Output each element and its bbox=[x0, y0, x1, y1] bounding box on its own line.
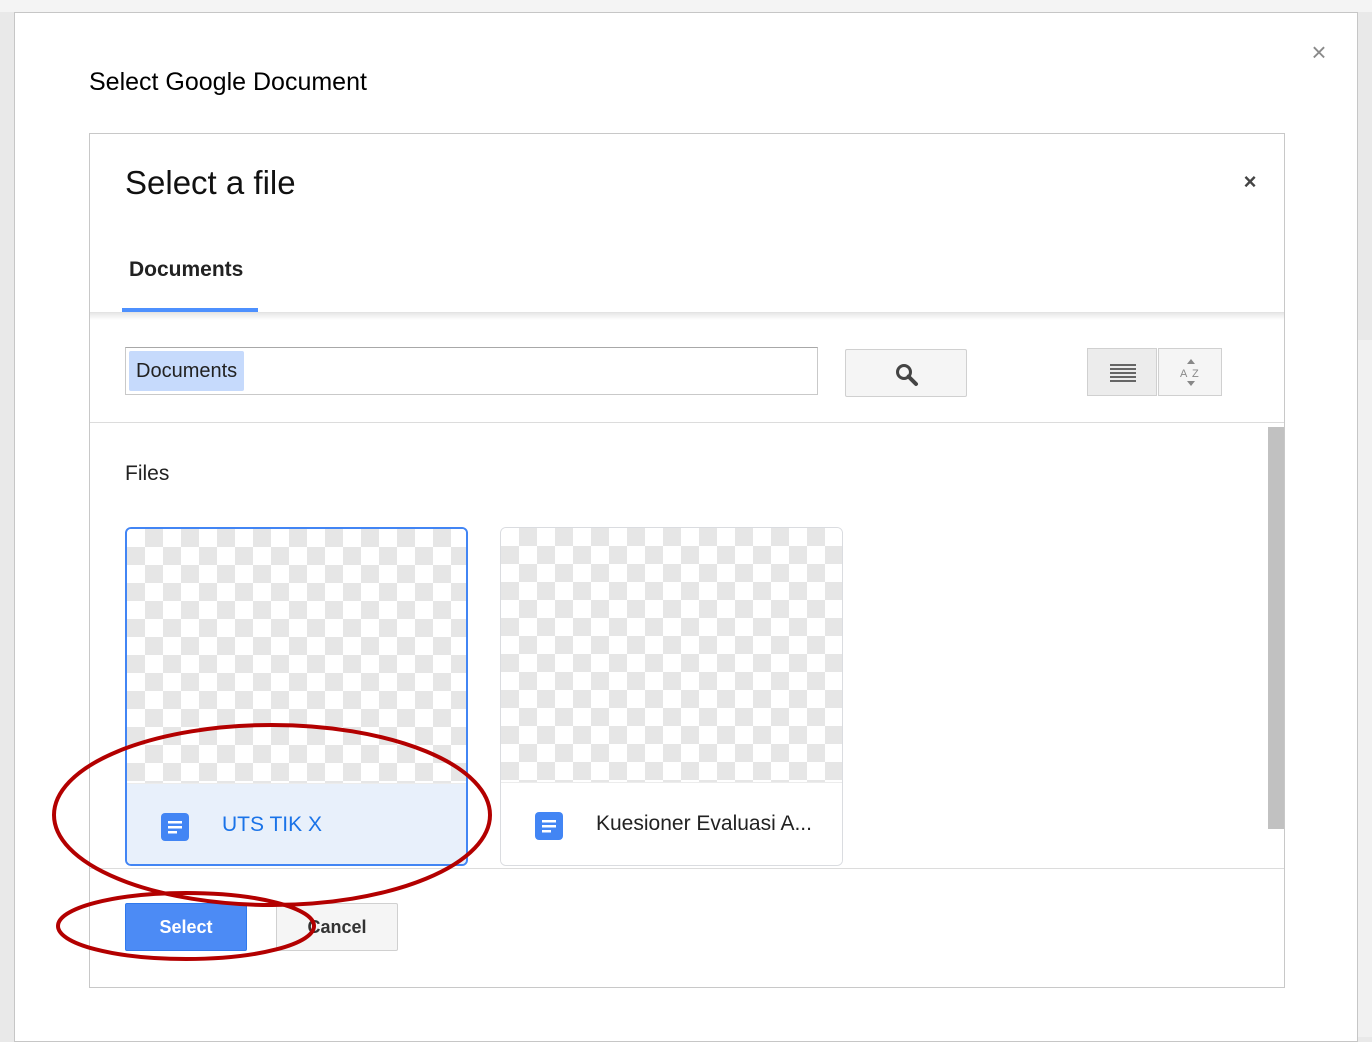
file-thumbnail bbox=[127, 529, 466, 783]
search-icon bbox=[896, 364, 918, 386]
dialog-close-icon[interactable]: × bbox=[1304, 36, 1334, 68]
search-input[interactable]: Documents bbox=[125, 347, 818, 395]
google-docs-icon bbox=[535, 812, 563, 840]
list-view-button[interactable] bbox=[1087, 348, 1157, 396]
toolbar-divider bbox=[90, 422, 1284, 423]
tab-documents[interactable]: Documents bbox=[122, 254, 258, 312]
header-shadow bbox=[90, 312, 1284, 320]
background-page bbox=[0, 0, 1372, 12]
search-token[interactable]: Documents bbox=[129, 351, 245, 391]
search-button[interactable] bbox=[845, 349, 967, 397]
file-card[interactable]: Kuesioner Evaluasi A... bbox=[500, 527, 843, 866]
file-name: UTS TIK X bbox=[222, 813, 322, 836]
section-label-files: Files bbox=[125, 462, 170, 485]
file-card-footer: Kuesioner Evaluasi A... bbox=[501, 782, 842, 865]
scrollbar-thumb[interactable] bbox=[1268, 427, 1284, 829]
sort-az-icon: A Z bbox=[1180, 359, 1199, 386]
file-card[interactable]: UTS TIK X bbox=[125, 527, 468, 866]
background-scroll-area bbox=[1358, 340, 1372, 1037]
picker-close-icon[interactable]: × bbox=[1235, 166, 1265, 198]
select-button[interactable]: Select bbox=[125, 903, 247, 951]
picker-title: Select a file bbox=[125, 164, 296, 201]
file-picker: Select a file × Documents Documents A Z bbox=[89, 133, 1285, 988]
sort-button[interactable]: A Z bbox=[1158, 348, 1222, 396]
svg-text:Z: Z bbox=[1192, 368, 1199, 380]
footer-divider bbox=[90, 868, 1284, 869]
list-view-icon bbox=[1110, 364, 1136, 382]
dialog-title: Select Google Document bbox=[89, 68, 367, 96]
google-docs-icon bbox=[161, 813, 189, 841]
cancel-button[interactable]: Cancel bbox=[276, 903, 398, 951]
svg-text:A: A bbox=[1180, 368, 1188, 380]
file-card-footer: UTS TIK X bbox=[127, 783, 466, 864]
file-name: Kuesioner Evaluasi A... bbox=[596, 812, 812, 835]
file-thumbnail bbox=[501, 528, 842, 782]
tab-documents-label: Documents bbox=[129, 258, 244, 281]
